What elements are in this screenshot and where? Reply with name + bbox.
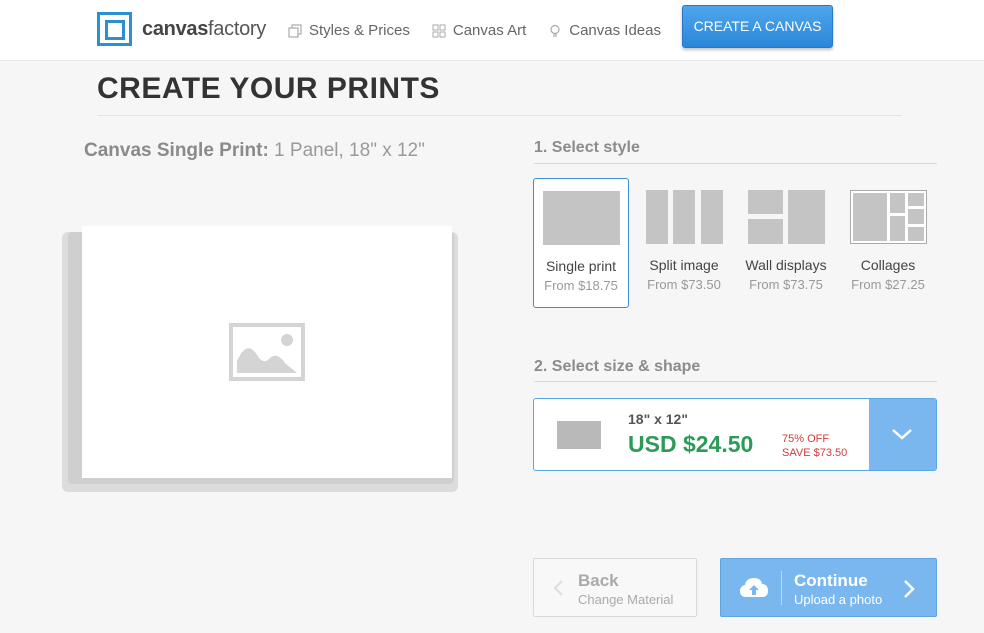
grid-icon [432, 24, 446, 37]
image-placeholder-icon [229, 323, 305, 381]
print-caption: Canvas Single Print: 1 Panel, 18" x 12" [84, 140, 425, 161]
main-nav: Styles & Prices Canvas Art Canvas Ideas [288, 22, 683, 39]
single-print-thumb-icon [543, 191, 620, 245]
discount-savings: SAVE $73.50 [782, 447, 848, 459]
style-option-name: Single print [545, 258, 617, 274]
back-button-title: Back [578, 571, 619, 590]
size-dimensions: 18" x 12" [628, 411, 688, 427]
style-option-name: Collages [860, 257, 916, 273]
logo[interactable]: canvasfactory [97, 12, 266, 46]
continue-divider [781, 571, 782, 605]
continue-button[interactable]: Continue Upload a photo [720, 558, 937, 617]
style-option-price: From $27.25 [851, 277, 925, 292]
page-title: CREATE YOUR PRINTS [97, 72, 440, 105]
nav-canvas-ideas[interactable]: Canvas Ideas [548, 22, 661, 39]
logo-mark-icon [97, 12, 132, 46]
cloud-upload-icon [740, 578, 768, 597]
continue-button-subtitle: Upload a photo [794, 592, 883, 607]
size-shape-thumb [557, 421, 601, 449]
style-option-name: Wall displays [745, 257, 827, 273]
style-option-wall-displays[interactable]: Wall displays From $73.75 [738, 178, 834, 308]
size-dropdown-button[interactable] [869, 399, 936, 470]
nav-canvas-art[interactable]: Canvas Art [432, 22, 526, 39]
split-image-thumb-icon [646, 190, 723, 244]
back-button[interactable]: Back Change Material [533, 558, 697, 617]
style-option-price: From $73.75 [749, 277, 823, 292]
copy-icon [288, 23, 302, 38]
style-option-price: From $73.50 [647, 277, 721, 292]
lightbulb-icon [550, 24, 560, 37]
style-option-name: Split image [649, 257, 719, 273]
size-selector[interactable]: 18" x 12" USD $24.50 75% OFF SAVE $73.50 [533, 398, 937, 471]
style-option-single-print[interactable]: Single print From $18.75 [533, 178, 629, 308]
chevron-right-icon [904, 580, 915, 598]
style-option-collages[interactable]: Collages From $27.25 [840, 178, 936, 308]
logo-text: canvasfactory [142, 17, 266, 40]
select-style-label: 1. Select style [534, 139, 640, 156]
select-style-divider [534, 163, 937, 164]
discount-label: 75% OFF SAVE $73.50 [782, 432, 847, 460]
title-divider [97, 115, 902, 116]
chevron-left-icon [553, 580, 563, 596]
select-size-label: 2. Select size & shape [534, 358, 701, 375]
select-size-divider [534, 381, 937, 382]
continue-button-title: Continue [794, 571, 868, 590]
wall-displays-thumb-icon [748, 190, 825, 244]
collages-thumb-icon [850, 190, 927, 244]
style-option-price: From $18.75 [544, 278, 618, 293]
size-price: USD $24.50 [628, 431, 754, 457]
style-option-split-image[interactable]: Split image From $73.50 [636, 178, 732, 308]
create-canvas-button[interactable]: CREATE A CANVAS [682, 5, 833, 48]
chevron-down-icon [892, 429, 912, 440]
discount-percent: 75% OFF [782, 433, 830, 445]
header: canvasfactory Styles & Prices Canvas Art… [0, 0, 984, 61]
nav-styles-prices[interactable]: Styles & Prices [288, 22, 410, 39]
back-button-subtitle: Change Material [578, 592, 674, 607]
